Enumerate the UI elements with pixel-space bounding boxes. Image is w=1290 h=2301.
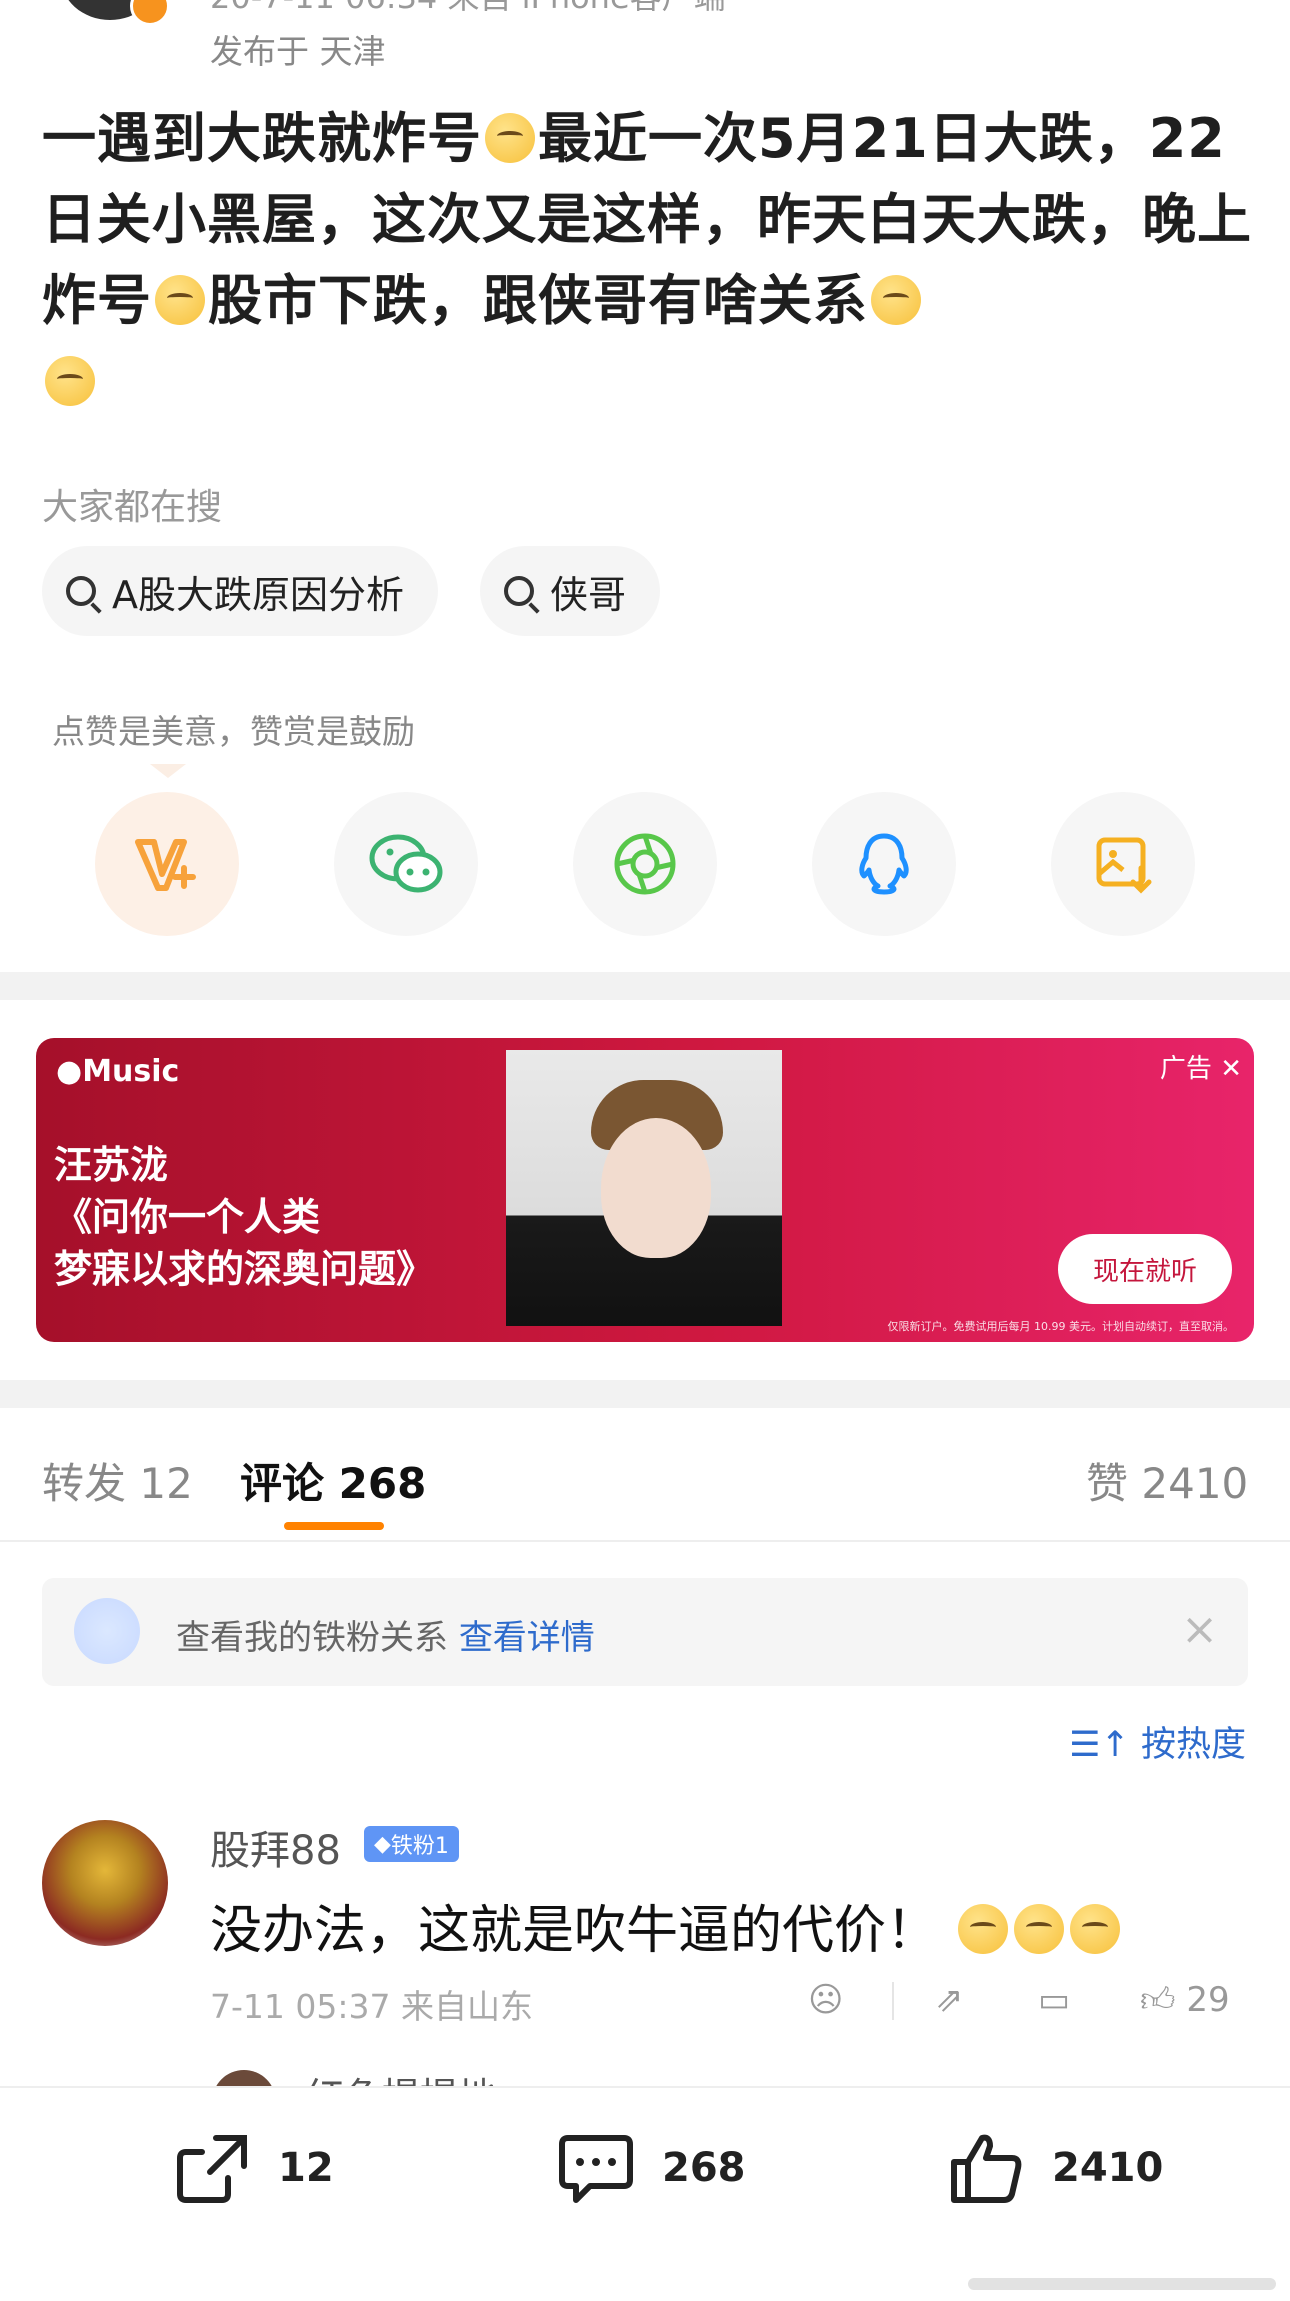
post-text-part: 一遇到大跌就炸号 (42, 107, 482, 170)
close-icon[interactable]: × (1181, 1604, 1218, 1655)
fan-text: 查看我的铁粉关系 查看详情 (176, 1618, 595, 1658)
search-chip-label: A股大跌原因分析 (112, 572, 404, 617)
comment-reply-icon[interactable]: ▭ (1038, 1980, 1070, 2020)
laughing-emoji-icon (1069, 1904, 1120, 1954)
dislike-icon[interactable]: ☹ (808, 1980, 843, 2020)
pleading-emoji-icon (45, 356, 95, 406)
home-indicator (968, 2278, 1276, 2290)
post-text: 一遇到大跌就炸号 最近一次5月21日大跌，22日关小黑屋，这次又是这样，昨天白天大… (42, 98, 1252, 422)
post-meta: 20-7-11 06:34 来自 iPhone客户端 (210, 0, 726, 18)
comment-meta: 7-11 05:37 来自山东 (210, 1987, 533, 2026)
ad-badge[interactable]: 广告 ✕ (1160, 1048, 1242, 1085)
verified-badge-icon (130, 0, 170, 26)
search-icon (504, 576, 534, 606)
share-wechat-button[interactable] (334, 792, 478, 936)
ad-brand: ●Music (56, 1054, 180, 1089)
bottom-like-button[interactable]: 2410 (946, 2130, 1163, 2206)
thumbs-up-icon: 👍︎ (1140, 1980, 1176, 2020)
commenter-name[interactable]: 股拜88 (210, 1818, 341, 1876)
tab-repost[interactable]: 转发 12 (42, 1450, 193, 1511)
qq-icon (859, 833, 909, 895)
ad-line-1: 汪苏泷 (54, 1143, 169, 1187)
fan-level-badge: ◆ 铁粉1 (364, 1826, 459, 1862)
tab-divider (0, 1540, 1290, 1542)
share-moments-button[interactable] (573, 792, 717, 936)
search-section-title: 大家都在搜 (42, 487, 223, 528)
tab-comments[interactable]: 评论 268 (240, 1450, 426, 1511)
comment-like-button[interactable]: 👍︎ 29 (1140, 1980, 1230, 2021)
fan-relationship-bar[interactable]: 查看我的铁粉关系 查看详情 × (42, 1578, 1248, 1686)
post-text-part: 股市下跌，跟侠哥有啥关系 (208, 269, 868, 332)
apple-logo-icon: ● (56, 1054, 83, 1089)
post-location: 发布于 天津 (210, 32, 386, 71)
search-chip-label: 侠哥 (550, 572, 627, 617)
diamond-icon (74, 1598, 140, 1664)
diamond-icon: ◆ (374, 1831, 391, 1857)
save-image-icon (1096, 837, 1152, 894)
section-divider (0, 972, 1290, 1000)
ad-listen-button[interactable]: 现在就听 (1058, 1234, 1232, 1304)
sort-icon: ☰↑ (1069, 1725, 1130, 1765)
search-icon (66, 576, 96, 606)
commenter-avatar[interactable] (42, 1820, 168, 1946)
tip-arrow (150, 764, 186, 778)
bottom-comment-button[interactable]: 268 (556, 2130, 746, 2206)
share-qq-button[interactable] (812, 792, 956, 936)
reward-button[interactable] (95, 792, 239, 936)
moments-icon (614, 833, 676, 895)
reward-tip: 点赞是美意，赞赏是鼓励 (52, 712, 415, 751)
sort-by-hot-button[interactable]: ☰↑ 按热度 (1069, 1716, 1246, 1767)
save-image-button[interactable] (1051, 792, 1195, 936)
tab-likes[interactable]: 赞 2410 (1086, 1450, 1248, 1511)
ad-banner[interactable]: ●Music 汪苏泷 《问你一个人类 梦寐以求的深奥问题》 广告 ✕ 现在就听 … (36, 1038, 1254, 1342)
laughing-emoji-icon (957, 1904, 1008, 1954)
dizzy-emoji-icon (155, 275, 205, 325)
reward-icon (135, 839, 196, 891)
ad-photo-face (601, 1118, 711, 1258)
comment-icon (559, 2135, 633, 2203)
tab-active-indicator (284, 1522, 384, 1530)
search-chip-2[interactable]: 侠哥 (480, 546, 661, 636)
thumbs-up-icon (951, 2134, 1022, 2203)
fan-details-link[interactable]: 查看详情 (459, 1618, 595, 1658)
ad-line-2: 《问你一个人类 (54, 1195, 321, 1239)
close-icon[interactable]: ✕ (1220, 1054, 1242, 1084)
comment-share-icon[interactable]: ⇗ (935, 1980, 964, 2020)
action-separator (892, 1982, 894, 2020)
share-icon (177, 2135, 247, 2203)
ad-fineprint: 仅限新订户。免费试用后每月 10.99 美元。计划自动续订，直至取消。 (887, 1320, 1234, 1333)
bottom-repost-button[interactable]: 12 (172, 2130, 334, 2206)
comment-text: 没办法，这就是吹牛逼的代价！ (210, 1888, 1123, 1963)
laughing-emoji-icon (1013, 1904, 1064, 1954)
crying-laugh-emoji-icon (485, 113, 535, 163)
ad-line-3: 梦寐以求的深奥问题》 (54, 1247, 435, 1291)
section-divider (0, 1380, 1290, 1408)
wechat-icon (369, 834, 443, 893)
dizzy-emoji-icon (871, 275, 921, 325)
search-chip-1[interactable]: A股大跌原因分析 (42, 546, 438, 636)
